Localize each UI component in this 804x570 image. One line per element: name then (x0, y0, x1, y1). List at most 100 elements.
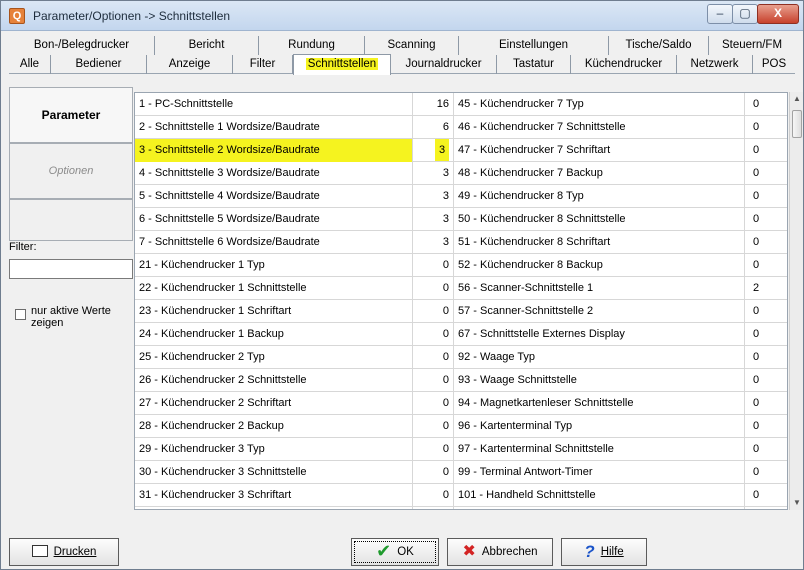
only-active-checkbox[interactable] (15, 309, 26, 320)
maximize-button[interactable]: ▢ (732, 4, 758, 24)
table-row[interactable]: 24 - Küchendrucker 1 Backup 0 67 - Schnitt… (135, 323, 787, 346)
param-label-left[interactable]: 30 - Küchendrucker 3 Schnittstelle (135, 461, 413, 484)
param-label-right[interactable]: 92 - Waage Typ (453, 346, 745, 369)
param-value-right[interactable]: 0 (747, 139, 787, 162)
param-label-left[interactable]: 4 - Schnittstelle 3 Wordsize/Baudrate (135, 162, 413, 185)
tab-kuechendrucker[interactable]: Küchendrucker (571, 55, 677, 74)
param-value-left[interactable]: 0 (415, 461, 453, 484)
grid-scrollbar[interactable]: ▲ ▼ (789, 92, 803, 510)
param-value-left[interactable]: 0 (415, 300, 453, 323)
table-row[interactable]: 2 - Schnittstelle 1 Wordsize/Baudrate 6 46… (135, 116, 787, 139)
param-value-left[interactable]: 0 (415, 369, 453, 392)
param-label-left[interactable]: 31 - Küchendrucker 3 Schriftart (135, 484, 413, 507)
param-value-right[interactable]: 0 (747, 323, 787, 346)
param-value-left[interactable]: 0 (415, 438, 453, 461)
param-label-right[interactable]: 51 - Küchendrucker 8 Schriftart (453, 231, 745, 254)
param-value-left[interactable]: 0 (415, 254, 453, 277)
minimize-button[interactable]: – (707, 4, 733, 24)
param-label-left[interactable]: 22 - Küchendrucker 1 Schnittstelle (135, 277, 413, 300)
param-label-left[interactable]: 26 - Küchendrucker 2 Schnittstelle (135, 369, 413, 392)
title-bar[interactable]: Q Parameter/Optionen -> Schnittstellen –… (1, 1, 803, 31)
param-value-right[interactable]: 0 (747, 392, 787, 415)
param-value-left[interactable]: 16 (415, 93, 453, 116)
param-label-right[interactable]: 93 - Waage Schnittstelle (453, 369, 745, 392)
scroll-thumb[interactable] (792, 110, 802, 138)
param-label-right[interactable]: 57 - Scanner-Schnittstelle 2 (453, 300, 745, 323)
param-value-right[interactable]: 0 (747, 116, 787, 139)
param-label-left[interactable]: 29 - Küchendrucker 3 Typ (135, 438, 413, 461)
tab-rundung[interactable]: Rundung (259, 36, 365, 55)
param-label-left[interactable]: 23 - Küchendrucker 1 Schriftart (135, 300, 413, 323)
param-label-left[interactable]: 5 - Schnittstelle 4 Wordsize/Baudrate (135, 185, 413, 208)
param-value-right[interactable]: 0 (747, 484, 787, 507)
table-row[interactable]: 30 - Küchendrucker 3 Schnittstelle 0 99 - … (135, 461, 787, 484)
param-label-right[interactable]: 97 - Kartenterminal Schnittstelle (453, 438, 745, 461)
table-row[interactable]: 32 - Küchendrucker 3 Backup 0104 - Schank… (135, 507, 787, 509)
table-row[interactable]: 6 - Schnittstelle 5 Wordsize/Baudrate 3 50… (135, 208, 787, 231)
param-value-left[interactable]: 3 (415, 162, 453, 185)
param-label-right[interactable]: 50 - Küchendrucker 8 Schnittstelle (453, 208, 745, 231)
param-value-right[interactable]: 0 (747, 461, 787, 484)
param-value-left[interactable]: 0 (415, 484, 453, 507)
parameter-button[interactable]: Parameter (9, 87, 133, 143)
table-row[interactable]: 25 - Küchendrucker 2 Typ 0 92 - Waage Typ 0 (135, 346, 787, 369)
param-label-right[interactable]: 48 - Küchendrucker 7 Backup (453, 162, 745, 185)
tab-tastatur[interactable]: Tastatur (497, 55, 571, 74)
cancel-button[interactable]: ✖ Abbrechen (447, 538, 553, 566)
table-row[interactable]: 1 - PC-Schnittstelle 16 45 - Küchendrucker… (135, 93, 787, 116)
param-label-right[interactable]: 67 - Schnittstelle Externes Display (453, 323, 745, 346)
param-value-right[interactable]: 0 (747, 162, 787, 185)
param-value-left[interactable]: 3 (415, 208, 453, 231)
table-row[interactable]: 4 - Schnittstelle 3 Wordsize/Baudrate 3 48… (135, 162, 787, 185)
param-label-right[interactable]: 101 - Handheld Schnittstelle (453, 484, 745, 507)
param-label-left[interactable]: 28 - Küchendrucker 2 Backup (135, 415, 413, 438)
tab-anzeige[interactable]: Anzeige (147, 55, 233, 74)
param-label-left[interactable]: 6 - Schnittstelle 5 Wordsize/Baudrate (135, 208, 413, 231)
tab-einstellungen[interactable]: Einstellungen (459, 36, 609, 55)
tab-bon-belegdrucker[interactable]: Bon-/Belegdrucker (9, 36, 155, 55)
tab-filter[interactable]: Filter (233, 55, 293, 74)
param-label-left[interactable]: 1 - PC-Schnittstelle (135, 93, 413, 116)
table-row[interactable]: 27 - Küchendrucker 2 Schriftart 0 94 - Mag… (135, 392, 787, 415)
param-value-right[interactable]: 0 (747, 507, 787, 509)
param-value-right[interactable]: 0 (747, 438, 787, 461)
tab-bericht[interactable]: Bericht (155, 36, 259, 55)
param-label-right[interactable]: 56 - Scanner-Schnittstelle 1 (453, 277, 745, 300)
param-value-right[interactable]: 0 (747, 300, 787, 323)
param-label-left[interactable]: 2 - Schnittstelle 1 Wordsize/Baudrate (135, 116, 413, 139)
param-value-right[interactable]: 0 (747, 369, 787, 392)
table-row[interactable]: 29 - Küchendrucker 3 Typ 0 97 - Kartenterm… (135, 438, 787, 461)
table-row[interactable]: 7 - Schnittstelle 6 Wordsize/Baudrate 3 51… (135, 231, 787, 254)
param-label-left[interactable]: 3 - Schnittstelle 2 Wordsize/Baudrate (135, 139, 413, 162)
param-label-right[interactable]: 104 - Schankanlage Typ (453, 507, 745, 509)
param-value-right[interactable]: 0 (747, 93, 787, 116)
tab-netzwerk[interactable]: Netzwerk (677, 55, 753, 74)
ok-button[interactable]: ✔ OK (351, 538, 439, 566)
param-value-right[interactable]: 2 (747, 277, 787, 300)
print-button[interactable]: Drucken (9, 538, 119, 566)
filter-input[interactable] (9, 259, 133, 279)
tab-tische-saldo[interactable]: Tische/Saldo (609, 36, 709, 55)
param-label-left[interactable]: 7 - Schnittstelle 6 Wordsize/Baudrate (135, 231, 413, 254)
param-label-right[interactable]: 94 - Magnetkartenleser Schnittstelle (453, 392, 745, 415)
param-label-right[interactable]: 99 - Terminal Antwort-Timer (453, 461, 745, 484)
param-value-left[interactable]: 0 (415, 392, 453, 415)
param-label-right[interactable]: 46 - Küchendrucker 7 Schnittstelle (453, 116, 745, 139)
param-value-left[interactable]: 0 (415, 346, 453, 369)
table-row[interactable]: 22 - Küchendrucker 1 Schnittstelle 0 56 - … (135, 277, 787, 300)
table-row[interactable]: 3 - Schnittstelle 2 Wordsize/Baudrate 3 47… (135, 139, 787, 162)
tab-schnittstellen[interactable]: Schnittstellen (293, 54, 391, 75)
param-label-left[interactable]: 32 - Küchendrucker 3 Backup (135, 507, 413, 509)
param-value-right[interactable]: 0 (747, 231, 787, 254)
param-label-left[interactable]: 25 - Küchendrucker 2 Typ (135, 346, 413, 369)
param-label-right[interactable]: 45 - Küchendrucker 7 Typ (453, 93, 745, 116)
param-value-left[interactable]: 0 (415, 415, 453, 438)
table-row[interactable]: 26 - Küchendrucker 2 Schnittstelle 0 93 - … (135, 369, 787, 392)
help-button[interactable]: ? Hilfe (561, 538, 647, 566)
param-label-left[interactable]: 27 - Küchendrucker 2 Schriftart (135, 392, 413, 415)
tab-journaldrucker[interactable]: Journaldrucker (391, 55, 497, 74)
param-label-right[interactable]: 52 - Küchendrucker 8 Backup (453, 254, 745, 277)
tab-alle[interactable]: Alle (9, 55, 51, 74)
param-value-right[interactable]: 0 (747, 254, 787, 277)
param-value-right[interactable]: 0 (747, 346, 787, 369)
